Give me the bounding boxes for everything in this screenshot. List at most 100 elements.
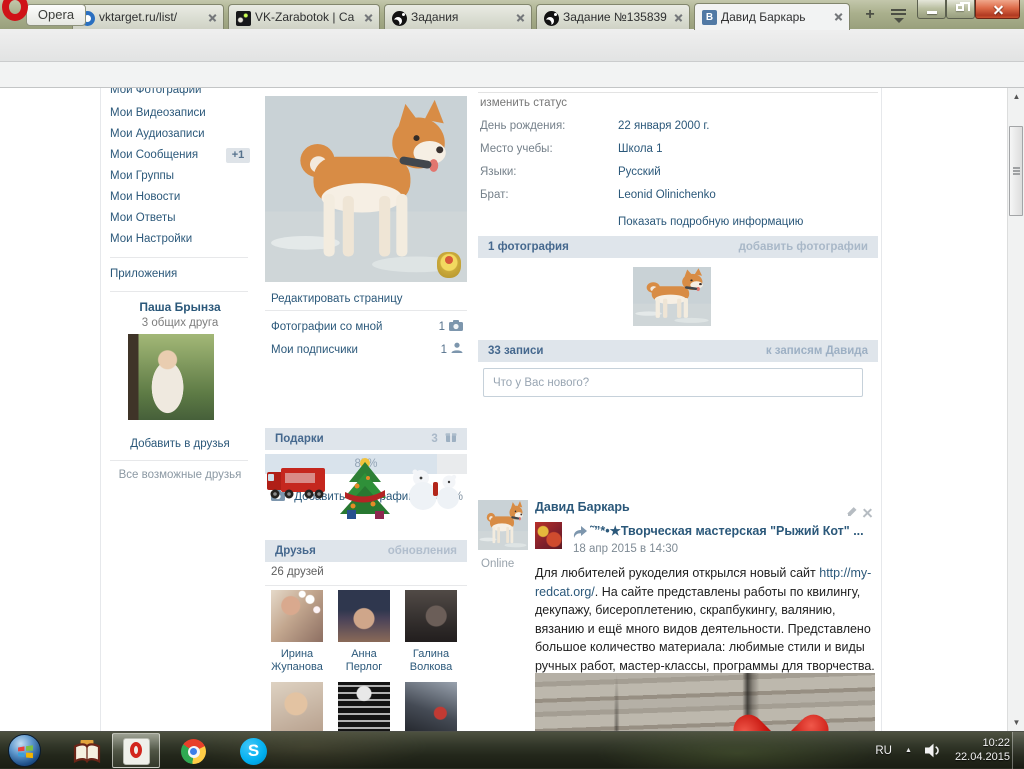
scroll-up-button[interactable] — [1008, 88, 1024, 105]
friend-photo[interactable] — [405, 590, 457, 642]
delete-post-icon[interactable] — [862, 507, 873, 518]
post-author-avatar[interactable] — [478, 500, 528, 550]
page-left-edge — [100, 88, 101, 731]
chrome-taskbar-icon[interactable] — [181, 739, 206, 764]
repost-source-avatar[interactable] — [535, 522, 562, 549]
friend-last-name[interactable]: Перлог — [336, 661, 392, 674]
photos-section-title[interactable]: 1 фотография — [488, 241, 569, 253]
photos-with-me-row[interactable]: Фотографии со мной 1 — [271, 316, 463, 338]
friend-card[interactable]: Анна Перлог — [336, 590, 392, 674]
sidebar-item-groups[interactable]: Мои Группы — [110, 166, 250, 187]
sidebar-item-audio[interactable]: Мои Аудиозаписи — [110, 124, 250, 145]
edit-post-icon[interactable] — [846, 507, 857, 518]
info-value-brother[interactable]: Leonid Olinichenko — [618, 189, 716, 201]
edit-page-link[interactable]: Редактировать страницу — [271, 288, 463, 310]
info-label: Брат: — [480, 189, 509, 201]
all-possible-friends-link[interactable]: Все возможные друзья — [110, 469, 250, 481]
friend-photo[interactable] — [271, 590, 323, 642]
gifts-title[interactable]: Подарки — [275, 433, 324, 445]
friends-header: Друзья обновления — [265, 540, 467, 562]
photos-with-me-link[interactable]: Фотографии со мной — [271, 321, 382, 333]
sidebar-item-answers[interactable]: Мои Ответы — [110, 208, 250, 229]
friends-updates-link[interactable]: обновления — [388, 540, 457, 562]
restore-button[interactable] — [946, 0, 975, 19]
wall-all-posts-link[interactable]: к записям Давида — [766, 340, 868, 362]
post-attachment-image[interactable]: my-redcat.org — [535, 673, 875, 731]
profile-photo[interactable] — [265, 96, 467, 282]
volume-icon[interactable] — [924, 743, 942, 758]
followers-row[interactable]: Мои подписчики 1 — [271, 339, 463, 361]
gift-tree[interactable] — [335, 456, 397, 520]
wall-section-header: 33 записи к записям Давида — [478, 340, 878, 362]
repost-source-title[interactable]: ˜”*•★Творческая мастерская "Рыжий Кот" .… — [590, 523, 876, 538]
friend-last-name[interactable]: Жупанова — [269, 661, 325, 674]
book-app-icon[interactable] — [72, 740, 102, 764]
friend-first-name[interactable]: Галина — [403, 648, 459, 661]
show-details-link[interactable]: Показать подробную информацию — [618, 216, 803, 228]
add-friend-button[interactable]: Добавить в друзья — [110, 438, 250, 450]
tray-date: 22.04.2015 — [954, 750, 1010, 763]
gift-truck[interactable] — [265, 456, 327, 520]
friend-photo[interactable] — [338, 590, 390, 642]
info-value-birthday[interactable]: 22 января 2000 г. — [618, 120, 709, 132]
suggest-friend-name[interactable]: Паша Брынза — [110, 300, 250, 314]
info-value-school[interactable]: Школа 1 — [618, 143, 663, 155]
new-tab-button[interactable] — [858, 6, 882, 25]
start-button[interactable] — [8, 734, 41, 767]
photo-thumbnail[interactable] — [633, 267, 711, 326]
page-scrollbar[interactable] — [1007, 88, 1024, 731]
sidebar-item-settings[interactable]: Мои Настройки — [110, 229, 250, 250]
wall-section-title[interactable]: 33 записи — [488, 345, 543, 357]
friend-card[interactable] — [403, 682, 459, 731]
show-desktop-button[interactable] — [1012, 732, 1024, 769]
add-photos-action[interactable]: добавить фотографии — [739, 236, 868, 258]
opera-menu-button[interactable]: Opera — [26, 4, 86, 26]
hidden-icons-arrow[interactable] — [905, 747, 912, 754]
friend-first-name[interactable]: Анна — [336, 648, 392, 661]
friend-photo[interactable] — [405, 682, 457, 731]
tab-list-icon — [891, 9, 906, 15]
friend-photo[interactable] — [338, 682, 390, 731]
sidebar-item-apps[interactable]: Приложения — [110, 264, 250, 285]
tab-close-icon[interactable] — [207, 12, 218, 23]
friend-card[interactable] — [336, 682, 392, 731]
scrollbar-thumb[interactable] — [1009, 126, 1023, 216]
site-favicon — [544, 11, 559, 26]
sidebar-item-videos[interactable]: Мои Видеозаписи — [110, 103, 250, 124]
sidebar-item-photos[interactable]: Мои Фотографии — [110, 88, 250, 101]
friend-card[interactable]: Ирина Жупанова — [269, 590, 325, 674]
tab-close-icon[interactable] — [515, 12, 526, 23]
close-window-button[interactable] — [975, 0, 1020, 19]
opera-taskbar-button-active[interactable] — [112, 733, 160, 768]
friends-title[interactable]: Друзья — [275, 545, 316, 557]
skype-taskbar-icon[interactable]: S — [240, 738, 267, 765]
tab-vktarget-list[interactable]: vktarget.ru/list/ — [72, 4, 224, 29]
scroll-down-button[interactable] — [1008, 714, 1024, 731]
tab-close-icon[interactable] — [833, 11, 844, 22]
gifts-header: Подарки 3 — [265, 428, 467, 450]
post-date[interactable]: 18 апр 2015 в 14:30 — [573, 543, 678, 555]
friend-card[interactable]: Галина Волкова — [403, 590, 459, 674]
tab-close-icon[interactable] — [363, 12, 374, 23]
tab-close-icon[interactable] — [673, 12, 684, 23]
friend-first-name[interactable]: Ирина — [269, 648, 325, 661]
post-author-name[interactable]: Давид Баркарь — [535, 500, 630, 514]
info-value-languages[interactable]: Русский — [618, 166, 661, 178]
minimize-button[interactable] — [917, 0, 946, 19]
tab-list-button[interactable] — [888, 8, 910, 24]
language-indicator[interactable]: RU — [875, 745, 892, 757]
friend-card[interactable] — [269, 682, 325, 731]
tab-zadanie-135839[interactable]: Задание №135839 — [536, 4, 690, 29]
tab-vk-zarabotok[interactable]: VK-Zarabotok | Са — [228, 4, 380, 29]
status-composer-input[interactable] — [483, 368, 863, 397]
friend-last-name[interactable]: Волкова — [403, 661, 459, 674]
friend-photo[interactable] — [271, 682, 323, 731]
sidebar-item-news[interactable]: Мои Новости — [110, 187, 250, 208]
gift-bears[interactable] — [405, 456, 467, 520]
tab-david-barkar-active[interactable]: В Давид Баркарь — [694, 3, 850, 30]
tab-zadaniya[interactable]: Задания — [384, 4, 532, 29]
followers-link[interactable]: Мои подписчики — [271, 344, 358, 356]
change-status-link[interactable]: изменить статус — [480, 97, 567, 109]
suggest-friend-photo[interactable] — [128, 334, 214, 420]
tray-clock[interactable]: 10:22 22.04.2015 — [955, 737, 1010, 764]
